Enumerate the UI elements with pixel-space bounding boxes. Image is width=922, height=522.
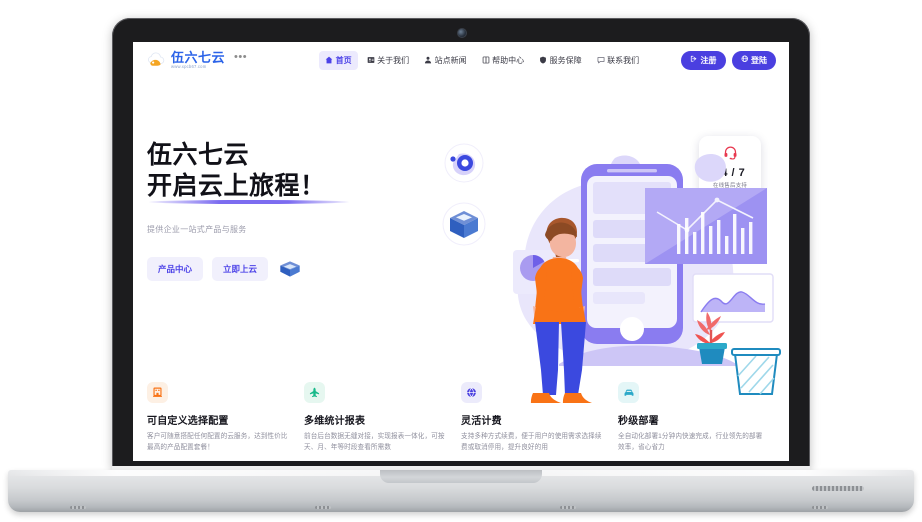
plane-icon [304, 382, 325, 403]
auth-buttons: 注册 登陆 [681, 50, 776, 70]
feature-card-deploy: 秒级部署 全自动化部署1分钟内快速完成，行业领先的部署效率，省心省力 [618, 382, 765, 461]
register-label: 注册 [700, 55, 717, 65]
nav-item-about[interactable]: 关于我们 [361, 51, 416, 70]
chat-icon [597, 56, 605, 64]
product-center-button[interactable]: 产品中心 [147, 257, 204, 281]
hero-copy: 伍六七云 开启云上旅程！ 提供企业一站式产品与服务 产品中心 立即上云 [147, 140, 407, 281]
nav-item-service[interactable]: 服务保障 [533, 51, 588, 70]
feature-title: 秒级部署 [618, 416, 659, 427]
hero-title-line2: 开启云上旅程！ [147, 172, 326, 200]
laptop-open-notch [380, 470, 542, 483]
shield-icon [539, 56, 547, 64]
nav-label-home: 首页 [335, 55, 352, 65]
nav-item-home[interactable]: 首页 [319, 50, 358, 70]
feature-title: 可自定义选择配置 [147, 416, 229, 427]
cloud-dashboard-illustration [429, 128, 789, 408]
nav-item-contact[interactable]: 联系我们 [591, 51, 646, 70]
feature-card-config: 可自定义选择配置 客户可随意搭配任何配置的云服务，达到性价比最高的产品配置套餐！ [147, 382, 294, 461]
feature-card-reports: 多维统计报表 前台后台数据无缝对接，实现报表一体化，可按天、月、年等时段查看所需… [304, 382, 451, 461]
nav-label-news: 站点新闻 [434, 55, 467, 65]
feature-desc: 前台后台数据无缝对接，实现报表一体化，可按天、月、年等时段查看所需数 [304, 433, 445, 451]
nav-item-help[interactable]: 帮助中心 [476, 51, 531, 70]
hero-title-line1: 伍六七云 [147, 141, 250, 169]
laptop-foot [812, 506, 828, 509]
globe-icon [741, 55, 749, 65]
car-icon [618, 382, 639, 403]
hero-section: 伍六七云 开启云上旅程！ 提供企业一站式产品与服务 产品中心 立即上云 24 /… [133, 78, 789, 408]
webcam-icon [457, 28, 467, 38]
cloud-icon [147, 51, 167, 69]
info-card-icon [367, 56, 375, 64]
user-news-icon [424, 56, 432, 64]
screenshot-root: 伍六七云 www.xpcb67.com ••• 首页 关于我们 站点新闻 帮助中… [0, 0, 922, 522]
site-header: 伍六七云 www.xpcb67.com ••• 首页 关于我们 站点新闻 帮助中… [133, 42, 789, 78]
brand-url: www.xpcb67.com [171, 64, 207, 70]
brand-name: 伍六七云 [171, 49, 226, 65]
register-button[interactable]: 注册 [681, 50, 726, 70]
main-nav: 首页 关于我们 站点新闻 帮助中心 服务保障 联系我们 [319, 50, 646, 70]
login-button[interactable]: 登陆 [731, 50, 776, 70]
brand-logo[interactable]: 伍六七云 www.xpcb67.com [147, 51, 225, 70]
nav-label-help: 帮助中心 [492, 55, 525, 65]
feature-desc: 支持多种方式续费，便于用户的使用需求选择续费或取消停用，提升良好的用 [461, 433, 602, 451]
feature-list: 可自定义选择配置 客户可随意搭配任何配置的云服务，达到性价比最高的产品配置套餐！… [133, 382, 789, 461]
3d-box-icon [279, 260, 301, 278]
hero-buttons: 产品中心 立即上云 [147, 257, 407, 281]
feature-desc: 全自动化部署1分钟内快速完成，行业领先的部署效率，省心省力 [618, 433, 763, 451]
start-cloud-button[interactable]: 立即上云 [212, 257, 269, 281]
globe-icon [461, 382, 482, 403]
laptop-foot [70, 506, 86, 509]
building-icon [147, 382, 168, 403]
feature-title: 灵活计费 [461, 416, 502, 427]
more-menu-icon[interactable]: ••• [234, 52, 247, 68]
home-icon [325, 56, 333, 64]
feature-desc: 客户可随意搭配任何配置的云服务，达到性价比最高的产品配置套餐！ [147, 433, 288, 451]
feature-title: 多维统计报表 [304, 416, 366, 427]
login-arrow-icon [690, 55, 698, 65]
nav-item-news[interactable]: 站点新闻 [418, 51, 473, 70]
book-icon [482, 56, 490, 64]
laptop-foot [315, 506, 331, 509]
nav-label-service: 服务保障 [549, 55, 582, 65]
laptop-foot [560, 506, 576, 509]
nav-label-contact: 联系我们 [607, 55, 640, 65]
laptop-screen: 伍六七云 www.xpcb67.com ••• 首页 关于我们 站点新闻 帮助中… [133, 42, 789, 461]
laptop-vent [812, 486, 864, 491]
nav-label-about: 关于我们 [377, 55, 410, 65]
hero-subtitle: 提供企业一站式产品与服务 [147, 225, 247, 234]
feature-card-billing: 灵活计费 支持多种方式续费，便于用户的使用需求选择续费或取消停用，提升良好的用 [461, 382, 608, 461]
login-label: 登陆 [751, 55, 767, 65]
